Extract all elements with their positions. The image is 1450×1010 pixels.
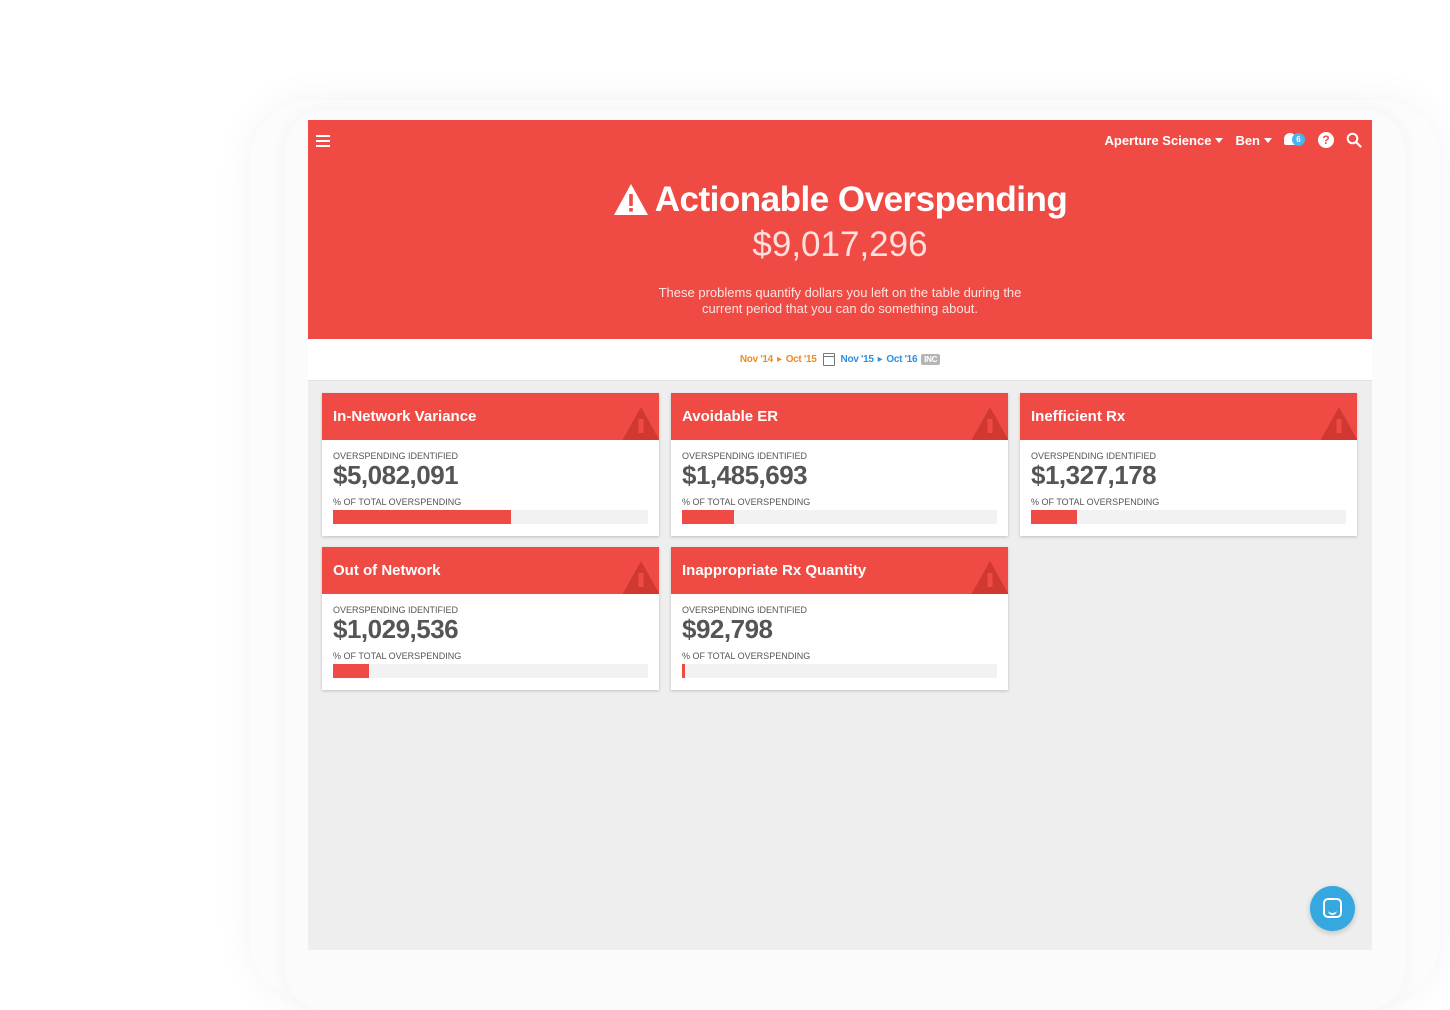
user-name: Ben	[1235, 132, 1260, 148]
percent-bar-fill	[333, 664, 369, 678]
calendar-icon[interactable]	[822, 353, 835, 366]
percent-label: % OF TOTAL OVERSPENDING	[682, 497, 811, 507]
warning-icon	[613, 184, 648, 215]
percent-bar	[682, 510, 997, 524]
page-title-text: Actionable Overspending	[654, 180, 1068, 219]
card-header: Inefficient Rx	[1020, 393, 1357, 440]
caret-down-icon	[1215, 137, 1224, 143]
problem-card[interactable]: Inappropriate Rx Quantity OVERSPENDING ID…	[671, 547, 1008, 690]
app-screen: Aperture Science Ben 6 ? Actionable Over…	[308, 120, 1372, 950]
card-header: Inappropriate Rx Quantity	[671, 547, 1008, 594]
percent-bar	[1031, 510, 1346, 524]
date-range-bar: Nov '14 ▸ Oct '15 Nov '15 ▸ Oct '16 INC	[308, 339, 1372, 381]
card-title: Inappropriate Rx Quantity	[682, 562, 867, 579]
help-icon[interactable]: ?	[1318, 132, 1334, 148]
hero-description: These problems quantify dollars you left…	[658, 285, 1022, 316]
problem-card[interactable]: Out of Network OVERSPENDING IDENTIFIED $1,…	[322, 547, 659, 690]
percent-label: % OF TOTAL OVERSPENDING	[333, 497, 462, 507]
chat-button[interactable]	[1310, 886, 1355, 931]
warning-icon	[971, 561, 1008, 594]
caret-down-icon	[1264, 137, 1272, 143]
percent-bar	[333, 664, 648, 678]
overspending-amount: $1,327,178	[1031, 460, 1157, 490]
card-header: In-Network Variance	[322, 393, 659, 440]
warning-icon	[622, 407, 659, 440]
notification-icon[interactable]: 6	[1284, 131, 1306, 149]
card-header: Out of Network	[322, 547, 659, 594]
percent-label: % OF TOTAL OVERSPENDING	[333, 651, 462, 661]
card-title: Avoidable ER	[682, 408, 779, 425]
inc-badge[interactable]: INC	[921, 354, 941, 365]
overspending-amount: $5,082,091	[333, 460, 459, 490]
card-title: In-Network Variance	[333, 408, 477, 425]
page-title: Actionable Overspending	[308, 180, 1372, 220]
chat-icon	[1323, 898, 1342, 918]
overspending-amount: $1,029,536	[333, 614, 459, 644]
total-amount: $9,017,296	[752, 225, 928, 264]
prev-period-start[interactable]: Nov '14	[740, 354, 773, 365]
cur-period-start[interactable]: Nov '15	[841, 354, 874, 365]
warning-icon	[622, 561, 659, 594]
warning-icon	[971, 407, 1008, 440]
percent-bar-fill	[682, 510, 734, 524]
percent-bar	[682, 664, 997, 678]
search-icon[interactable]	[1346, 132, 1362, 148]
org-dropdown[interactable]: Aperture Science	[1105, 133, 1224, 148]
topbar-actions: Aperture Science Ben 6 ?	[1105, 131, 1363, 149]
percent-label: % OF TOTAL OVERSPENDING	[682, 651, 811, 661]
hero-banner: Aperture Science Ben 6 ? Actionable Over…	[308, 120, 1372, 339]
card-title: Inefficient Rx	[1031, 408, 1126, 425]
user-dropdown[interactable]: Ben	[1235, 133, 1272, 148]
overspending-amount: $92,798	[682, 614, 773, 644]
menu-icon[interactable]	[316, 133, 330, 147]
problem-card[interactable]: Avoidable ER OVERSPENDING IDENTIFIED $1,48…	[671, 393, 1008, 536]
warning-icon	[1320, 407, 1357, 440]
cur-period-arrow: ▸	[877, 354, 883, 365]
percent-bar-fill	[682, 664, 686, 678]
percent-label: % OF TOTAL OVERSPENDING	[1031, 497, 1160, 507]
card-header: Avoidable ER	[671, 393, 1008, 440]
notification-count: 6	[1292, 133, 1305, 146]
card-title: Out of Network	[333, 562, 441, 579]
prev-period-arrow: ▸	[776, 354, 782, 365]
percent-bar-fill	[1031, 510, 1078, 524]
prev-period-end[interactable]: Oct '15	[786, 354, 817, 365]
cur-period-end[interactable]: Oct '16	[886, 354, 917, 365]
problem-card[interactable]: Inefficient Rx OVERSPENDING IDENTIFIED $1,…	[1020, 393, 1357, 536]
percent-bar-fill	[333, 510, 511, 524]
overspending-amount: $1,485,693	[682, 460, 808, 490]
org-name: Aperture Science	[1104, 132, 1212, 148]
problem-card[interactable]: In-Network Variance OVERSPENDING IDENTIFI…	[322, 393, 659, 536]
percent-bar	[333, 510, 648, 524]
